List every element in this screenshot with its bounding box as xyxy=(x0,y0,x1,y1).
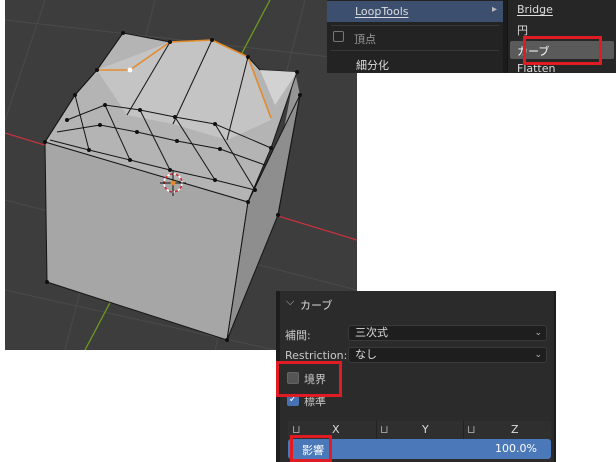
interpolation-dropdown[interactable]: 三次式 ⌄ xyxy=(348,325,547,341)
axis-y-label: Y xyxy=(422,423,429,436)
menu-item-looptools-label: LoopTools xyxy=(355,5,409,18)
restriction-dropdown[interactable]: なし ⌄ xyxy=(348,347,547,363)
active-vertex xyxy=(127,67,133,73)
interpolation-label: 補間: xyxy=(285,329,311,342)
lock-icon: ⊔ xyxy=(467,423,476,436)
menu-divider xyxy=(331,25,499,26)
lock-icon: ⊔ xyxy=(380,423,389,436)
operator-redo-panel: ⌵ カーブ 補間: 三次式 ⌄ Restriction: なし ⌄ 境界 ✓ 標… xyxy=(276,291,556,462)
menu-item-looptools[interactable]: LoopTools ▸ xyxy=(327,1,503,22)
highlight-box-curve xyxy=(523,36,602,65)
operator-panel-header[interactable]: ⌵ カーブ xyxy=(284,295,550,313)
restriction-value: なし xyxy=(355,348,377,361)
collapse-chevron-icon: ⌵ xyxy=(286,295,295,308)
axis-z-label: Z xyxy=(511,423,519,436)
axis-x-label: X xyxy=(332,423,340,436)
vertex-icon xyxy=(333,31,344,42)
context-menu-list: LoopTools ▸ 頂点 細分化 xyxy=(327,0,503,73)
operator-panel-title: カーブ xyxy=(300,299,333,312)
highlight-box-influence xyxy=(290,435,332,462)
menu-item-subdivide-label: 細分化 xyxy=(356,59,389,72)
chevron-down-icon: ⌄ xyxy=(534,328,542,338)
chevron-down-icon: ⌄ xyxy=(534,350,542,360)
submenu-arrow-icon: ▸ xyxy=(491,4,497,15)
lock-y-toggle[interactable]: ⊔ Y xyxy=(376,421,464,439)
menu-divider xyxy=(331,50,499,51)
influence-value: 100.0% xyxy=(495,442,537,455)
lock-z-toggle[interactable]: ⊔ Z xyxy=(463,421,551,439)
menu-item-vertex[interactable]: 頂点 xyxy=(327,27,503,47)
menu-item-subdivide[interactable]: 細分化 xyxy=(327,53,503,73)
menu-item-vertex-label: 頂点 xyxy=(354,33,376,46)
loop-tools-context-menu: LoopTools ▸ 頂点 細分化 Bridge 円 カーブ Flatten xyxy=(327,0,616,73)
submenu-item-bridge[interactable]: Bridge xyxy=(517,3,553,16)
interpolation-value: 三次式 xyxy=(355,326,388,339)
highlight-box-boundaries xyxy=(276,361,342,397)
